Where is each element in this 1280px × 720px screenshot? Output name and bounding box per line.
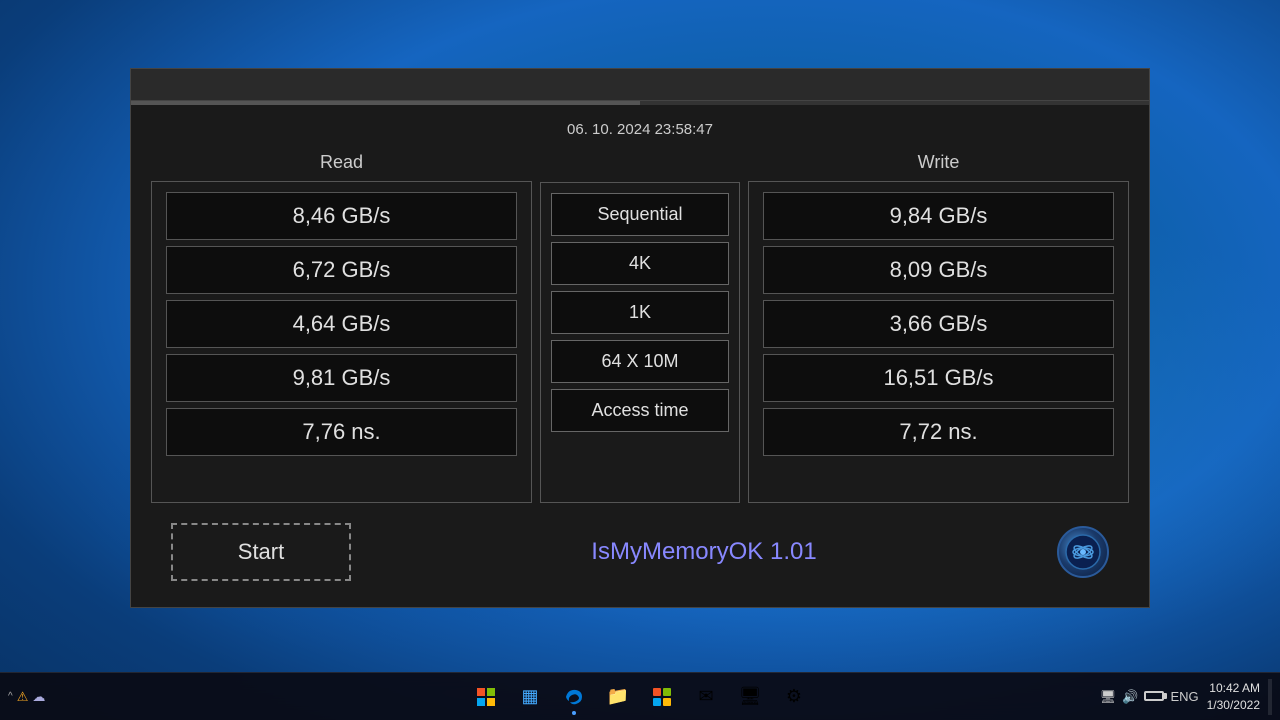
taskbar-right: 🖥 🔊 ENG 10:42 AM 1/30/2022: [1100, 679, 1272, 715]
sequential-btn[interactable]: Sequential: [551, 193, 729, 236]
write-header: Write: [748, 152, 1129, 173]
progress-fill: [131, 101, 640, 105]
taskbar-store-button[interactable]: [642, 677, 682, 717]
center-buttons: Sequential 4K 1K 64 X 10M Access time: [540, 182, 740, 503]
monitor-icon[interactable]: 🖥: [1100, 689, 1117, 705]
clock-date: 1/30/2022: [1207, 697, 1260, 714]
app-title: IsMyMemoryOK 1.01: [371, 538, 1037, 566]
write-access-time: 7,72 ns.: [763, 408, 1114, 456]
taskbar-clock[interactable]: 10:42 AM 1/30/2022: [1207, 680, 1260, 714]
app-content: 06. 10. 2024 23:58:47 Read 8,46 GB/s 6,7…: [131, 105, 1149, 607]
taskbar-edge-button[interactable]: [554, 677, 594, 717]
access-time-btn[interactable]: Access time: [551, 389, 729, 432]
center-timestamp: [540, 152, 740, 174]
taskbar-warning-icon: ⚠: [17, 689, 29, 705]
progress-bar: [131, 101, 1149, 105]
taskbar-start-button[interactable]: [466, 677, 506, 717]
center-column: Sequential 4K 1K 64 X 10M Access time: [540, 152, 740, 503]
write-4k: 8,09 GB/s: [763, 246, 1114, 294]
4k-btn[interactable]: 4K: [551, 242, 729, 285]
write-64x10m: 16,51 GB/s: [763, 354, 1114, 402]
taskbar: ^ ⚠ ☁ ▦ 📁 ✉ 🖥: [0, 672, 1280, 720]
read-64x10m: 9,81 GB/s: [166, 354, 517, 402]
lang-indicator[interactable]: ENG: [1170, 689, 1198, 704]
write-1k: 3,66 GB/s: [763, 300, 1114, 348]
timestamp: 06. 10. 2024 23:58:47: [151, 121, 1129, 138]
write-values: 9,84 GB/s 8,09 GB/s 3,66 GB/s 16,51 GB/s…: [748, 181, 1129, 503]
taskbar-center: ▦ 📁 ✉ 🖥 ⚙: [466, 677, 814, 717]
read-access-time: 7,76 ns.: [166, 408, 517, 456]
taskbar-overflow-icon[interactable]: ^: [8, 691, 13, 702]
read-values: 8,46 GB/s 6,72 GB/s 4,64 GB/s 9,81 GB/s …: [151, 181, 532, 503]
taskbar-mail-button[interactable]: ✉: [686, 677, 726, 717]
read-header: Read: [151, 152, 532, 173]
clock-time: 10:42 AM: [1207, 680, 1260, 697]
taskbar-cloud-icon: ☁: [32, 689, 45, 705]
show-desktop-button[interactable]: [1268, 679, 1272, 715]
write-sequential: 9,84 GB/s: [763, 192, 1114, 240]
read-sequential: 8,46 GB/s: [166, 192, 517, 240]
taskbar-sys-icons: 🖥 🔊 ENG: [1100, 689, 1199, 705]
title-bar: [131, 69, 1149, 101]
read-1k: 4,64 GB/s: [166, 300, 517, 348]
app-logo: [1057, 526, 1109, 578]
read-column: Read 8,46 GB/s 6,72 GB/s 4,64 GB/s 9,81 …: [151, 152, 532, 503]
1k-btn[interactable]: 1K: [551, 291, 729, 334]
read-4k: 6,72 GB/s: [166, 246, 517, 294]
app-window: 06. 10. 2024 23:58:47 Read 8,46 GB/s 6,7…: [130, 68, 1150, 608]
write-column: Write 9,84 GB/s 8,09 GB/s 3,66 GB/s 16,5…: [748, 152, 1129, 503]
taskbar-photos-button[interactable]: 🖥: [730, 677, 770, 717]
taskbar-left: ^ ⚠ ☁: [8, 689, 45, 705]
taskbar-settings-button[interactable]: ⚙: [774, 677, 814, 717]
benchmark-grid: Read 8,46 GB/s 6,72 GB/s 4,64 GB/s 9,81 …: [151, 152, 1129, 503]
footer: Start IsMyMemoryOK 1.01: [151, 513, 1129, 591]
taskbar-widgets-button[interactable]: ▦: [510, 677, 550, 717]
battery-icon-area[interactable]: [1144, 689, 1164, 704]
taskbar-files-button[interactable]: 📁: [598, 677, 638, 717]
speaker-icon[interactable]: 🔊: [1122, 689, 1138, 705]
64x10m-btn[interactable]: 64 X 10M: [551, 340, 729, 383]
start-button[interactable]: Start: [171, 523, 351, 581]
